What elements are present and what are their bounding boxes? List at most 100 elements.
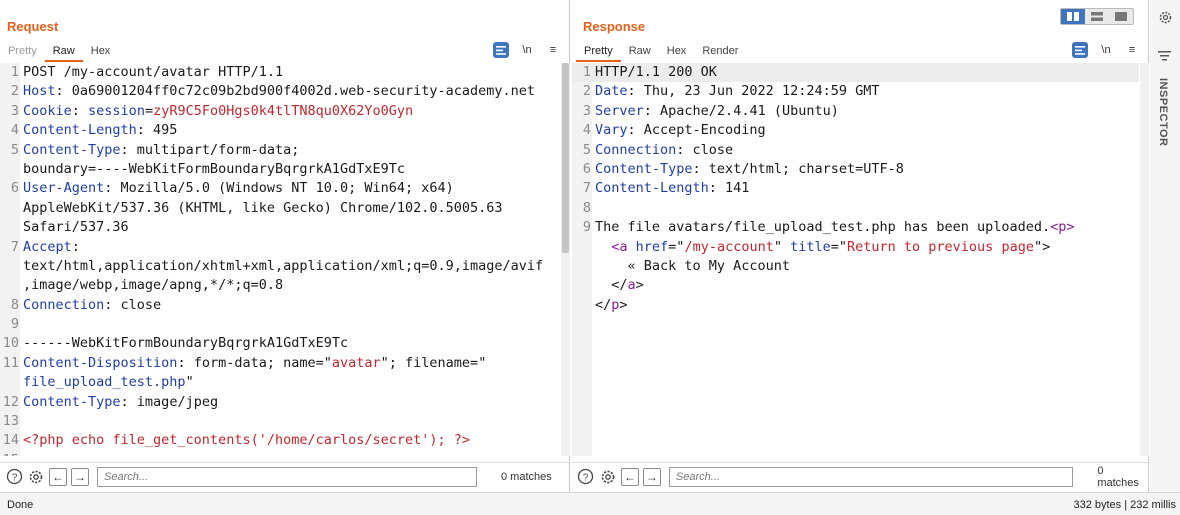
line-content: boundary=----WebKitFormBoundaryBqrgrkA1G… [23,160,405,179]
tab-hex[interactable]: Hex [83,42,119,62]
code-token: Content-Disposition [23,354,178,371]
request-matches: 0 matches [501,470,552,483]
line-content: Vary: Accept-Encoding [595,121,766,140]
request-scrollbar[interactable] [561,63,570,456]
code-token: Server [595,102,644,119]
line-content: The file avatars/file_upload_test.php ha… [595,218,1075,237]
code-token: href [635,238,669,255]
code-token: Content-Type [595,160,693,177]
code-line: </a> [572,276,1139,295]
line-content: Server: Apache/2.4.41 (Ubuntu) [595,102,839,121]
response-tabs: Pretty Raw Hex Render [576,42,746,62]
code-token: Cookie [23,102,72,119]
line-number: 15 [0,451,20,456]
line-content: Accept: [23,238,80,257]
tab-pretty[interactable]: Pretty [0,42,45,62]
line-number: 7 [10,238,19,255]
code-token: Content-Type [23,141,121,158]
line-content: Cookie: session=zyR9C5Fo0Hgs0k4tlTN8qu0X… [23,102,413,121]
line-content: <?php echo file_get_contents('/home/carl… [23,431,470,450]
line-number: 8 [10,296,19,313]
tab-raw[interactable]: Raw [44,42,83,62]
side-by-side-layout-icon[interactable] [1061,9,1085,24]
line-content: Content-Type: image/jpeg [23,393,218,412]
line-number: 4 [582,122,591,139]
code-token: session [88,102,145,119]
code-token: : image/jpeg [120,393,219,410]
back-arrow-icon[interactable]: ← [620,467,639,486]
code-token: : close [676,141,734,158]
tab-render[interactable]: Render [694,42,746,62]
newline-icon[interactable]: \n [519,42,535,58]
forward-arrow-icon[interactable]: → [642,467,661,486]
forward-arrow-icon[interactable]: → [71,467,89,486]
code-token: : Thu, 23 Jun 2022 12:24:59 GMT [627,83,880,100]
line-content: Connection: close [23,296,161,315]
code-token: > [635,277,644,294]
help-icon[interactable]: ? [577,468,595,486]
line-number: 10 [2,335,19,352]
line-number: 11 [2,354,19,371]
code-line: 7 Content-Length: 141 [572,179,1139,198]
request-searchbar: ? ← → 0 matches [0,462,569,490]
line-content: POST /my-account/avatar HTTP/1.1 [23,63,283,82]
request-tabs: Pretty Raw Hex [0,42,118,62]
code-token: zyR9C5Fo0Hgs0k4tlTN8qu0X62Yo0Gyn [153,102,414,119]
line-number: 5 [10,141,19,158]
inspector-menu-icon[interactable] [1158,48,1171,64]
request-search-input[interactable] [97,466,477,487]
code-token: HTTP/1.1 200 OK [595,64,717,80]
code-token: : text/html; charset=UTF-8 [692,160,904,177]
response-search-input[interactable] [668,466,1074,487]
help-icon[interactable]: ? [5,468,23,486]
code-line: 2 Host: 0a69001204ff0c72c09b2bd900f4002d.… [0,82,560,101]
inspector-label[interactable]: INSPECTOR [1157,78,1169,146]
line-number: 13 [2,413,19,430]
tab-pretty[interactable]: Pretty [576,42,621,62]
code-line: text/html,application/xhtml+xml,applicat… [0,257,560,276]
inspector-sidebar: INSPECTOR [1150,0,1180,492]
pretty-print-icon[interactable] [493,42,509,58]
line-number: 2 [10,83,19,100]
code-token: <?php echo file_get_contents('/home/carl… [23,432,471,449]
line-content: Content-Type: text/html; charset=UTF-8 [595,160,904,179]
line-content: Date: Thu, 23 Jun 2022 12:24:59 GMT [595,82,879,101]
code-line: <a href="/my-account" title="Return to p… [572,238,1139,257]
back-arrow-icon[interactable]: ← [49,467,67,486]
settings-icon[interactable] [27,468,45,486]
code-line: 4 Vary: Accept-Encoding [572,121,1139,140]
newline-icon[interactable]: \n [1098,42,1114,58]
tab-raw[interactable]: Raw [621,42,659,62]
code-line: 8 Connection: close [0,296,560,315]
response-editor[interactable]: 1 HTTP/1.1 200 OK 2 Date: Thu, 23 Jun 2022 … [572,63,1139,456]
code-line: 12 Content-Type: image/jpeg [0,393,560,412]
status-text: Done [7,499,34,511]
gear-icon[interactable] [1158,10,1173,28]
code-token: avatar [331,354,381,371]
code-token: : form-data; name=" [177,354,332,371]
line-number: 3 [582,102,591,119]
line-number: 8 [582,199,591,216]
tab-hex[interactable]: Hex [659,42,695,62]
scroll-thumb[interactable] [562,63,569,253]
response-scrollbar[interactable] [1140,63,1149,456]
code-token: User-Agent [23,180,105,197]
request-pane: Request Pretty Raw Hex \n ≡ 1 POST /my-ac… [0,0,570,492]
line-content: Content-Length: 141 [595,179,749,198]
code-line: AppleWebKit/537.36 (KHTML, like Gecko) C… [0,199,560,218]
menu-icon[interactable]: ≡ [1124,42,1140,58]
code-line: 9 The file avatars/file_upload_test.php h… [572,218,1139,237]
line-number: 6 [582,160,591,177]
code-line: 7 Accept: [0,238,560,257]
line-content: Content-Type: multipart/form-data; [23,141,299,160]
menu-icon[interactable]: ≡ [545,42,561,58]
code-line: 5 Connection: close [572,141,1139,160]
svg-text:?: ? [583,472,589,483]
tabbed-layout-icon[interactable] [1109,9,1133,24]
stacked-layout-icon[interactable] [1085,9,1109,24]
request-lines: 1 POST /my-account/avatar HTTP/1.1 2 Host: … [0,63,560,456]
request-editor[interactable]: 1 POST /my-account/avatar HTTP/1.1 2 Host: … [0,63,560,456]
settings-icon[interactable] [599,468,617,486]
code-token: POST /my-account/avatar HTTP/1.1 [23,64,284,80]
pretty-print-icon[interactable] [1072,42,1088,58]
